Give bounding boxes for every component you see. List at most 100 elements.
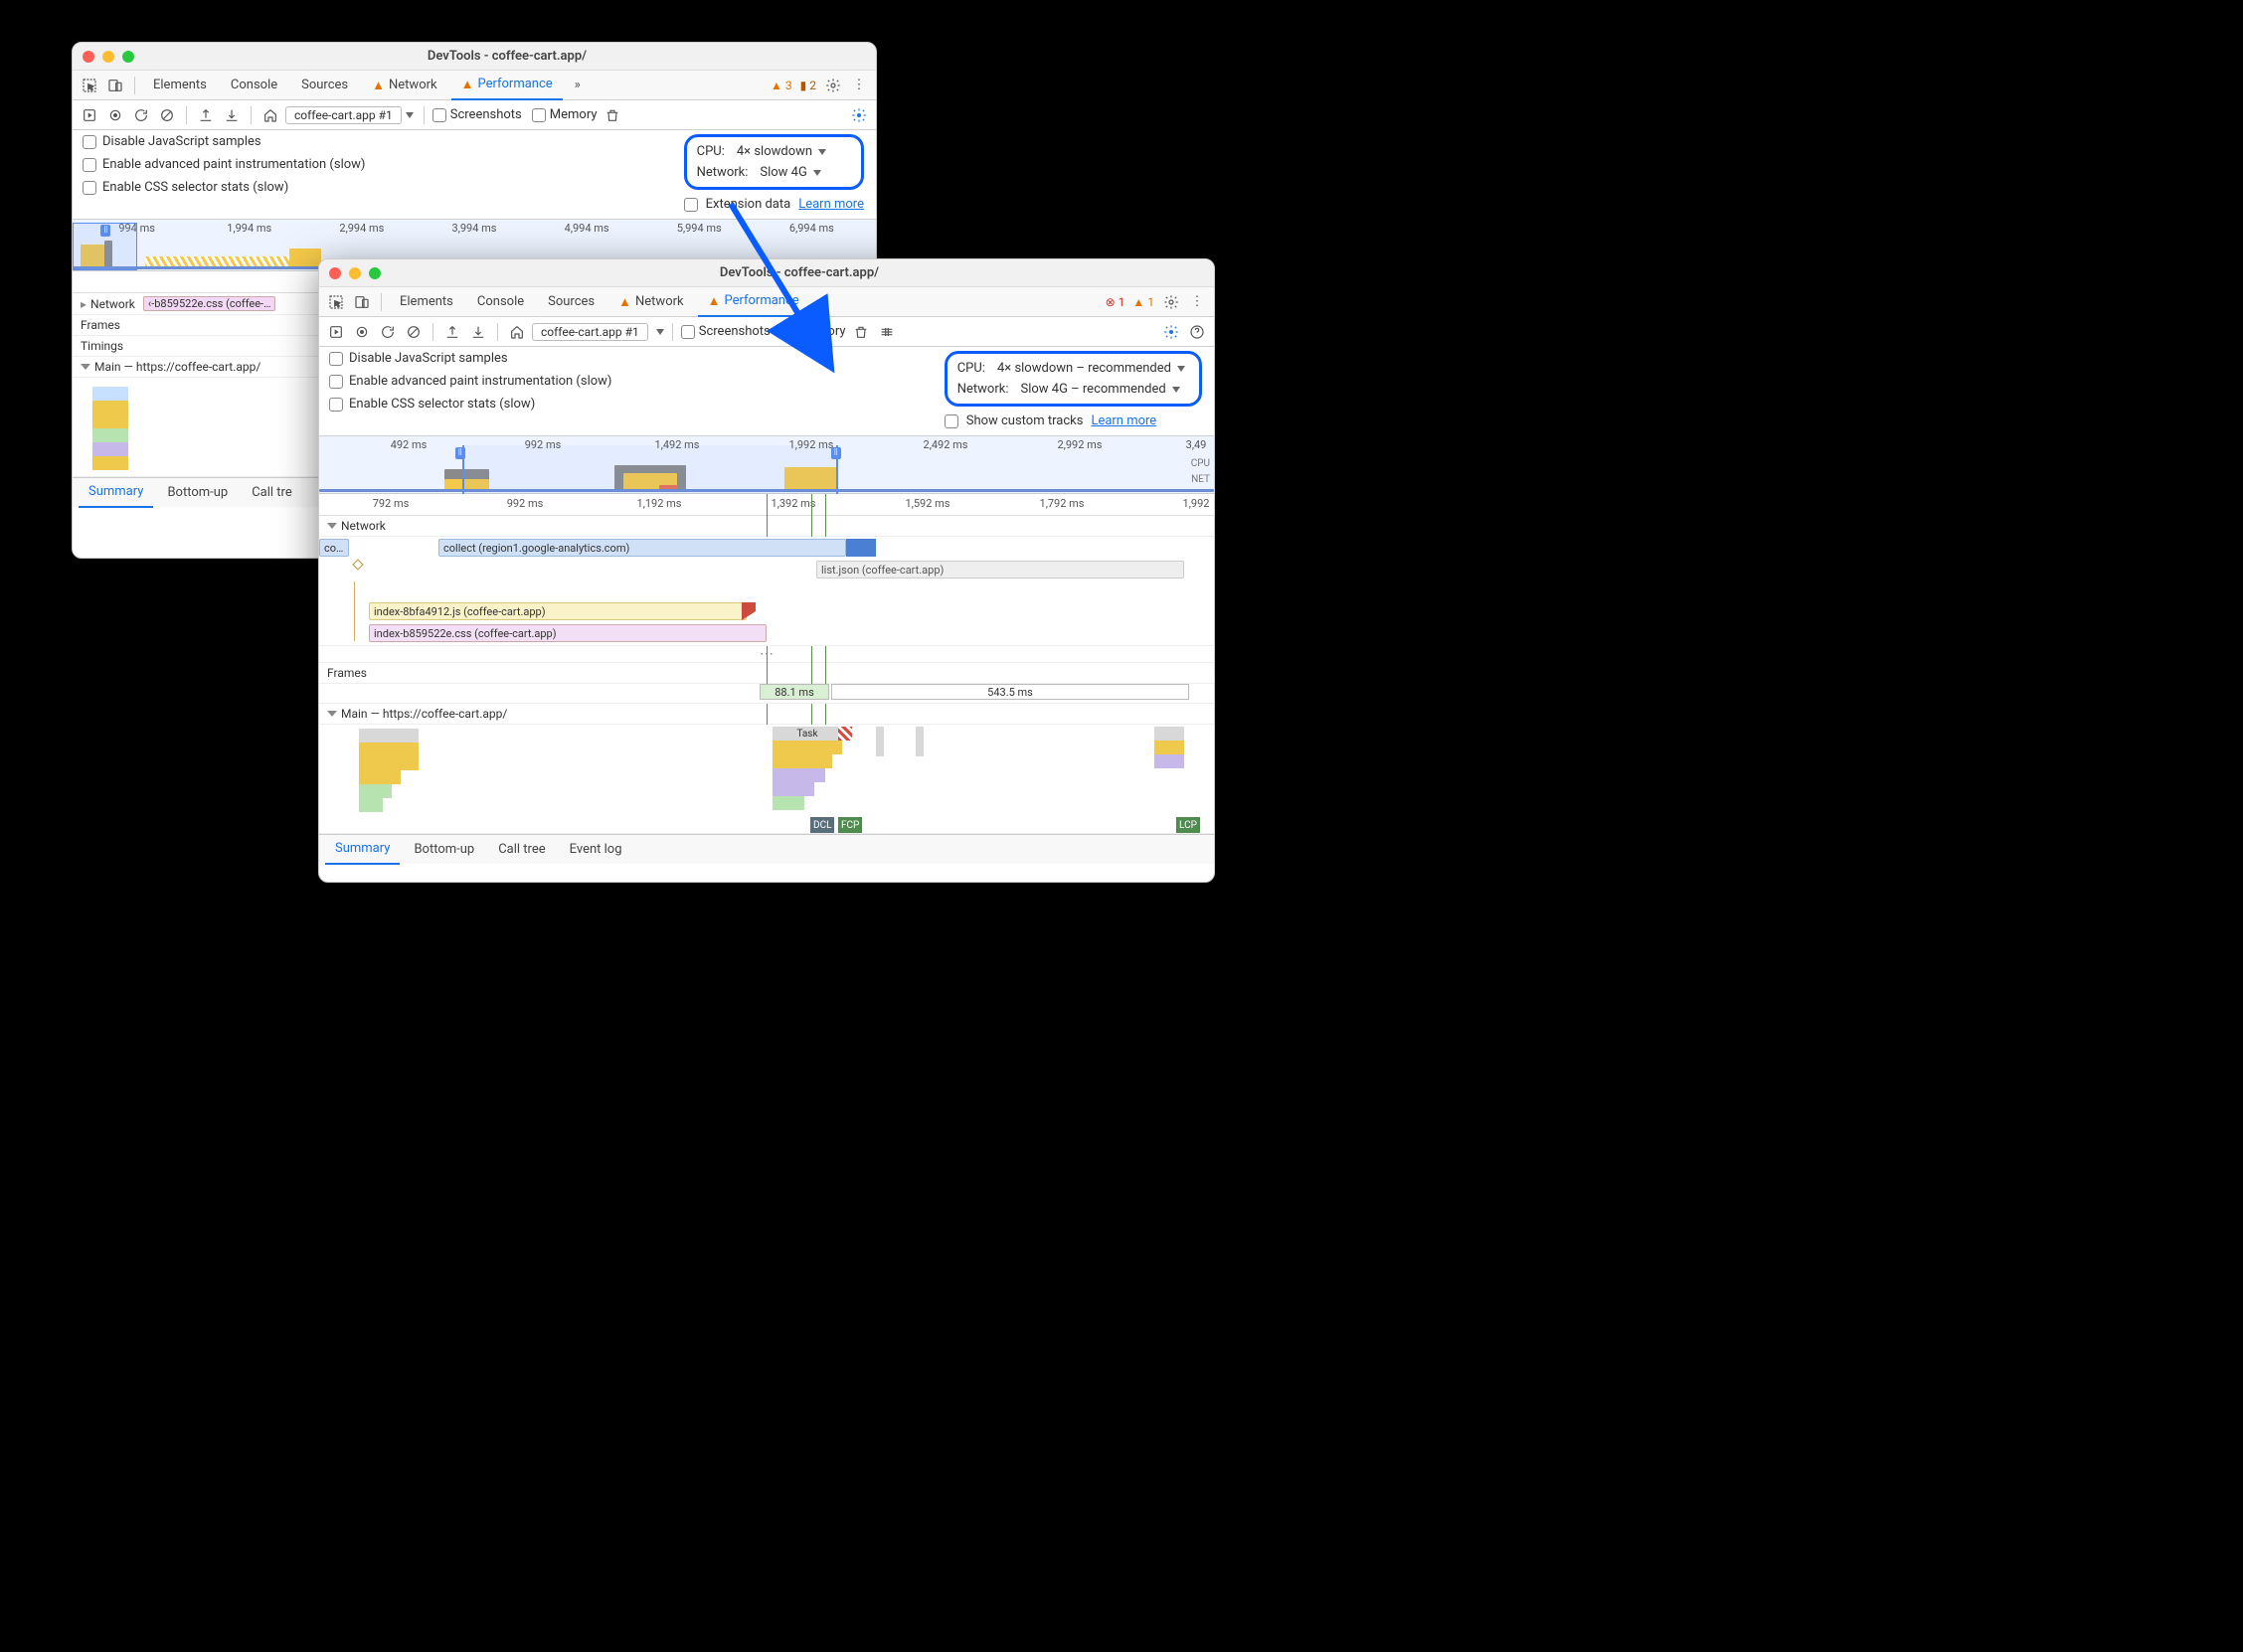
tab-network[interactable]: ▲Network xyxy=(362,71,446,100)
time-ruler[interactable]: 792 ms 992 ms 1,192 ms 1,392 ms 1,592 ms… xyxy=(319,494,1214,516)
net-request[interactable]: list.json (coffee-cart.app) xyxy=(816,561,1184,578)
frames-track-body[interactable]: 88.1 ms 543.5 ms xyxy=(319,684,1214,704)
inspect-icon[interactable] xyxy=(325,291,347,313)
kebab-icon[interactable]: ⋮ xyxy=(848,75,870,96)
recording-select[interactable]: coffee-cart.app #1 xyxy=(532,323,648,341)
warning-badge[interactable]: ▲ 3 xyxy=(769,79,794,92)
titlebar[interactable]: DevTools - coffee-cart.app/ xyxy=(73,43,876,71)
tab-network[interactable]: ▲Network xyxy=(608,287,693,317)
info-badge[interactable]: ▮ 2 xyxy=(798,79,818,92)
cpu-throttle-select[interactable]: 4× slowdown xyxy=(733,144,830,159)
record-icon[interactable] xyxy=(351,321,373,343)
upload-icon[interactable] xyxy=(195,104,217,126)
download-icon[interactable] xyxy=(221,104,243,126)
network-item[interactable]: ‹-b859522e.css (coffee-… xyxy=(143,296,276,311)
frame-pill[interactable]: 543.5 ms xyxy=(831,684,1189,700)
tab-event-log[interactable]: Event log xyxy=(560,835,632,865)
tab-sources[interactable]: Sources xyxy=(291,71,358,100)
tab-summary[interactable]: Summary xyxy=(325,835,400,865)
chevron-down-icon[interactable] xyxy=(656,329,664,335)
home-icon[interactable] xyxy=(506,321,528,343)
tab-call-tree[interactable]: Call tre xyxy=(242,478,302,508)
network-throttle-select[interactable]: Slow 4G xyxy=(756,165,824,180)
download-icon[interactable] xyxy=(467,321,489,343)
main-track-body[interactable]: Task DCL FCP LCP xyxy=(319,725,1214,834)
tab-call-tree[interactable]: Call tree xyxy=(488,835,555,865)
memory-checkbox[interactable] xyxy=(780,325,794,339)
net-request[interactable]: index-b859522e.css (coffee-cart.app) xyxy=(369,624,767,642)
screenshots-checkbox[interactable] xyxy=(432,108,446,122)
collapse-icon[interactable] xyxy=(327,711,337,717)
minimize-icon[interactable] xyxy=(102,51,114,63)
settings-icon[interactable] xyxy=(1160,291,1182,313)
extension-data-checkbox[interactable] xyxy=(684,198,698,212)
disable-js-checkbox[interactable] xyxy=(329,352,343,366)
record-page-icon[interactable] xyxy=(325,321,347,343)
help-icon[interactable] xyxy=(1186,321,1208,343)
dcl-marker[interactable]: DCL xyxy=(810,817,834,833)
memory-checkbox[interactable] xyxy=(532,108,546,122)
learn-more-link[interactable]: Learn more xyxy=(1091,413,1156,428)
tab-bottom-up[interactable]: Bottom-up xyxy=(404,835,484,865)
tab-elements[interactable]: Elements xyxy=(390,287,463,317)
frame-pill[interactable]: 88.1 ms xyxy=(760,684,829,700)
learn-more-link[interactable]: Learn more xyxy=(798,197,864,212)
lcp-marker[interactable]: LCP xyxy=(1176,817,1200,833)
settings-icon[interactable] xyxy=(822,75,844,96)
collapse-icon[interactable] xyxy=(327,523,337,529)
tab-summary[interactable]: Summary xyxy=(79,478,153,508)
custom-tracks-checkbox[interactable] xyxy=(945,414,958,428)
capture-settings-icon[interactable] xyxy=(1160,321,1182,343)
close-icon[interactable] xyxy=(83,51,94,63)
home-icon[interactable] xyxy=(259,104,281,126)
capture-settings-icon[interactable] xyxy=(848,104,870,126)
tab-bottom-up[interactable]: Bottom-up xyxy=(157,478,238,508)
network-throttle-select[interactable]: Slow 4G – recommended xyxy=(1016,382,1183,397)
record-page-icon[interactable] xyxy=(79,104,100,126)
cpu-throttle-select[interactable]: 4× slowdown – recommended xyxy=(993,361,1189,376)
css-stats-checkbox[interactable] xyxy=(83,181,96,195)
device-icon[interactable] xyxy=(351,291,373,313)
warning-badge[interactable]: ▲ 1 xyxy=(1130,295,1156,309)
tab-performance[interactable]: ▲Performance xyxy=(698,287,809,317)
clear-icon[interactable] xyxy=(156,104,178,126)
inspect-icon[interactable] xyxy=(79,75,100,96)
adv-paint-checkbox[interactable] xyxy=(329,375,343,389)
zoom-icon[interactable] xyxy=(122,51,134,63)
clear-icon[interactable] xyxy=(403,321,425,343)
recording-select[interactable]: coffee-cart.app #1 xyxy=(285,106,402,124)
titlebar[interactable]: DevTools - coffee-cart.app/ xyxy=(319,259,1214,287)
tab-sources[interactable]: Sources xyxy=(538,287,604,317)
network-track-body[interactable]: co… collect (region1.google-analytics.co… xyxy=(319,537,1214,646)
collapse-icon[interactable] xyxy=(81,364,90,370)
zoom-icon[interactable] xyxy=(369,267,381,279)
tab-performance[interactable]: ▲Performance xyxy=(451,71,563,100)
net-request[interactable]: collect (region1.google-analytics.com) xyxy=(438,539,846,557)
upload-icon[interactable] xyxy=(441,321,463,343)
screenshots-checkbox[interactable] xyxy=(681,325,695,339)
close-icon[interactable] xyxy=(329,267,341,279)
kebab-icon[interactable]: ⋮ xyxy=(1186,291,1208,313)
reload-icon[interactable] xyxy=(377,321,399,343)
reload-icon[interactable] xyxy=(130,104,152,126)
record-icon[interactable] xyxy=(104,104,126,126)
tab-console[interactable]: Console xyxy=(221,71,287,100)
overview-timeline[interactable]: 492 ms 992 ms 1,492 ms 1,992 ms 2,492 ms… xyxy=(319,436,1214,494)
disable-js-checkbox[interactable] xyxy=(83,135,96,149)
device-icon[interactable] xyxy=(104,75,126,96)
shortcuts-icon[interactable] xyxy=(876,321,898,343)
css-stats-checkbox[interactable] xyxy=(329,398,343,412)
adv-paint-checkbox[interactable] xyxy=(83,158,96,172)
more-tabs-icon[interactable]: » xyxy=(813,291,835,313)
gc-icon[interactable] xyxy=(602,104,623,126)
minimize-icon[interactable] xyxy=(349,267,361,279)
net-request[interactable]: index-8bfa4912.js (coffee-cart.app) xyxy=(369,602,747,620)
more-tabs-icon[interactable]: » xyxy=(567,75,589,96)
net-request[interactable]: co… xyxy=(319,539,349,557)
tab-elements[interactable]: Elements xyxy=(143,71,217,100)
chevron-down-icon[interactable] xyxy=(406,112,414,118)
fcp-marker[interactable]: FCP xyxy=(838,817,862,833)
gc-icon[interactable] xyxy=(850,321,872,343)
tab-console[interactable]: Console xyxy=(467,287,534,317)
error-badge[interactable]: ⊗ 1 xyxy=(1104,295,1127,309)
